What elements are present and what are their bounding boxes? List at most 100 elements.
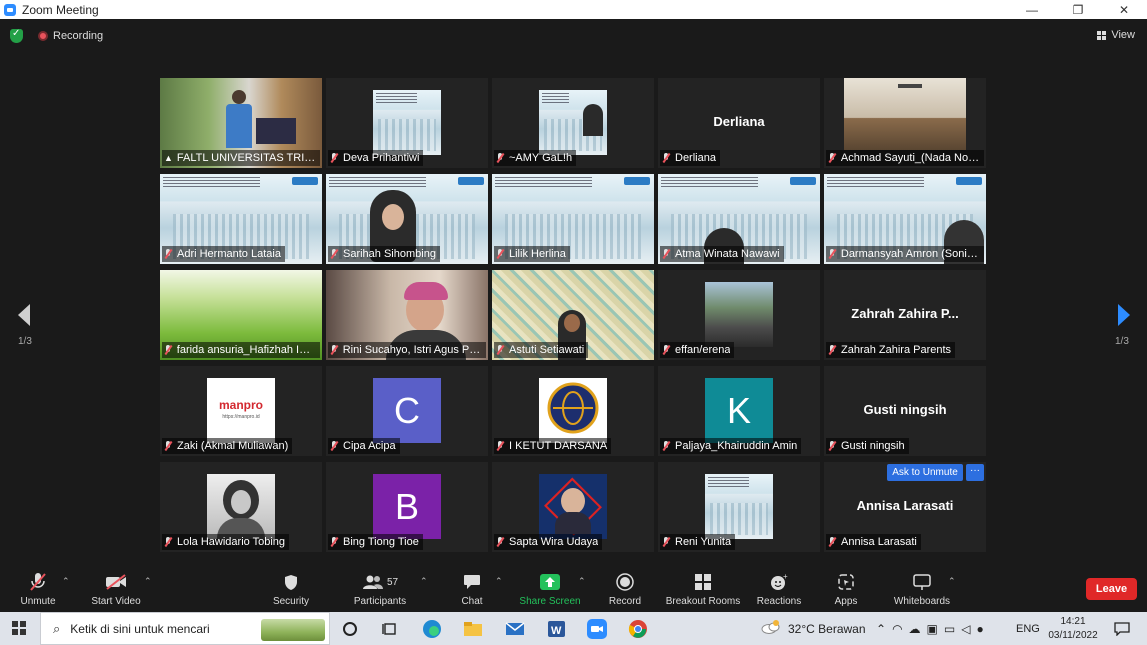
taskbar-clock[interactable]: 14:21 03/11/2022 (1046, 615, 1100, 643)
view-button[interactable]: View (1097, 29, 1135, 41)
participant-tile[interactable]: K Paljaya_Khairuddin Amin (658, 366, 820, 456)
microphone-icon[interactable]: ● (976, 622, 983, 636)
muted-mic-icon (330, 537, 338, 547)
recording-indicator[interactable]: Recording (38, 30, 103, 42)
participant-tile[interactable]: Atma Winata Nawawi (658, 174, 820, 264)
edge-browser-icon[interactable] (420, 617, 444, 641)
participant-tile[interactable]: Achmad Sayuti_(Nada Noer) (824, 78, 986, 168)
participant-tile[interactable]: Sapta Wira Udaya (492, 462, 654, 552)
participant-tile[interactable]: Darmansyah Amron (Sonia... (824, 174, 986, 264)
start-video-button[interactable]: Start Video (90, 566, 142, 612)
apps-button[interactable]: Apps (830, 566, 862, 612)
participant-tile[interactable]: manpro https://manpro.id Zaki (Akmal Mulia… (160, 366, 322, 456)
participant-tile[interactable]: Gusti ningsih Gusti ningsih (824, 366, 986, 456)
ask-to-unmute-button[interactable]: Ask to Unmute (887, 464, 963, 481)
participant-tile[interactable]: Deva Prihantiwi (326, 78, 488, 168)
participant-tile[interactable]: Reni Yunita (658, 462, 820, 552)
participants-button[interactable]: 57 Participants (352, 566, 408, 612)
window-title: Zoom Meeting (22, 2, 99, 17)
breakout-rooms-icon (694, 570, 712, 594)
participant-tile[interactable]: ~AMY GaL!h (492, 78, 654, 168)
muted-mic-icon (330, 345, 338, 355)
maximize-button[interactable]: ❐ (1055, 0, 1101, 19)
next-page-arrow-icon[interactable] (1114, 302, 1134, 328)
security-button[interactable]: Security (270, 566, 312, 612)
profile-badge (539, 474, 607, 539)
audio-options-caret-icon[interactable]: ⌃ (62, 576, 70, 587)
leave-button[interactable]: Leave (1086, 578, 1137, 600)
previous-page-arrow-icon[interactable] (14, 302, 34, 328)
avatar-initial: K (705, 378, 773, 443)
breakout-rooms-button[interactable]: Breakout Rooms (664, 566, 742, 612)
participant-tile[interactable]: I KETUT DARSANA (492, 366, 654, 456)
more-options-button[interactable]: ··· (966, 464, 984, 481)
participant-name: Gusti ningsih (841, 440, 905, 452)
unmute-label: Unmute (20, 596, 56, 607)
chrome-icon[interactable] (626, 617, 650, 641)
participant-tile[interactable]: C Cipa Acipa (326, 366, 488, 456)
network-icon[interactable]: ◠ (892, 622, 902, 636)
participant-name: Sapta Wira Udaya (509, 536, 599, 548)
participant-tile[interactable]: farida ansuria_Hafizhah Idz... (160, 270, 322, 360)
svg-text:+: + (783, 573, 788, 581)
share-caret-icon[interactable]: ⌃ (578, 576, 586, 587)
reactions-button[interactable]: + Reactions (755, 566, 803, 612)
chat-button[interactable]: Chat (456, 566, 488, 612)
muted-mic-icon (662, 441, 670, 451)
minimize-button[interactable]: — (1009, 0, 1055, 19)
word-icon[interactable]: W (544, 617, 568, 641)
participant-tile[interactable]: Lilik Herlina (492, 174, 654, 264)
security-shield-icon (284, 570, 298, 594)
language-indicator[interactable]: ENG (1016, 612, 1040, 645)
file-explorer-icon[interactable] (461, 617, 485, 641)
record-button[interactable]: Record (606, 566, 644, 612)
participant-name-label: Lola Hawidario Tobing (162, 534, 290, 550)
taskbar-search-box[interactable]: ⌕ Ketik di sini untuk mencari (40, 612, 330, 645)
battery-icon[interactable]: ▭ (944, 622, 955, 636)
apps-label: Apps (834, 596, 858, 607)
action-center-icon[interactable] (1110, 617, 1134, 641)
window-controls: — ❐ ✕ (1009, 0, 1147, 19)
weather-widget[interactable]: 32°C Berawan (760, 612, 866, 645)
onedrive-icon[interactable]: ☁ (909, 622, 921, 636)
cortana-icon[interactable] (338, 617, 362, 641)
avatar-initial: C (373, 378, 441, 443)
participant-name-label: Gusti ningsih (826, 438, 909, 454)
participant-tile[interactable]: Rini Sucahyo, Istri Agus Pur... (326, 270, 488, 360)
participant-tile[interactable]: Zahrah Zahira P... Zahrah Zahira Parents (824, 270, 986, 360)
participant-name: Rini Sucahyo, Istri Agus Pur... (342, 344, 482, 356)
participant-tile[interactable]: Lola Hawidario Tobing (160, 462, 322, 552)
participants-caret-icon[interactable]: ⌃ (420, 576, 428, 587)
notification-center-icon[interactable]: ▣ (927, 622, 938, 636)
participant-tile[interactable]: effan/erena (658, 270, 820, 360)
apps-icon (837, 570, 855, 594)
participant-name: Annisa Larasati (841, 536, 917, 548)
zoom-taskbar-icon[interactable] (585, 617, 609, 641)
close-button[interactable]: ✕ (1101, 0, 1147, 19)
windows-start-icon[interactable] (12, 621, 26, 635)
participant-name-label: Sarihah Sihombing (328, 246, 440, 262)
record-icon (616, 570, 634, 594)
record-label: Record (608, 596, 642, 607)
participant-tile[interactable]: Astuti Setiawati (492, 270, 654, 360)
task-view-icon[interactable] (378, 617, 402, 641)
participant-tile[interactable]: ▲FALTL UNIVERSITAS TRISAKTI (160, 78, 322, 168)
volume-icon[interactable]: ◁ (961, 622, 970, 636)
share-screen-button[interactable]: Share Screen (518, 566, 582, 612)
video-options-caret-icon[interactable]: ⌃ (144, 576, 152, 587)
participant-tile[interactable]: B Bing Tiong Tioe (326, 462, 488, 552)
chat-caret-icon[interactable]: ⌃ (495, 576, 503, 587)
shared-slide-thumbnail (373, 90, 441, 155)
unmute-button[interactable]: Unmute (18, 566, 58, 612)
whiteboards-caret-icon[interactable]: ⌃ (948, 576, 956, 587)
taskbar-search-placeholder: Ketik di sini untuk mencari (70, 621, 210, 636)
participant-name: farida ansuria_Hafizhah Idz... (176, 344, 316, 356)
muted-mic-icon (496, 249, 504, 259)
whiteboards-button[interactable]: Whiteboards (890, 566, 954, 612)
participant-tile[interactable]: Adri Hermanto Lataia (160, 174, 322, 264)
participant-tile[interactable]: Sarihah Sihombing (326, 174, 488, 264)
participant-tile[interactable]: Derliana Derliana (658, 78, 820, 168)
tray-chevron-icon[interactable]: ⌃ (876, 622, 886, 636)
encryption-shield-icon[interactable] (10, 28, 23, 43)
mail-icon[interactable] (503, 617, 527, 641)
